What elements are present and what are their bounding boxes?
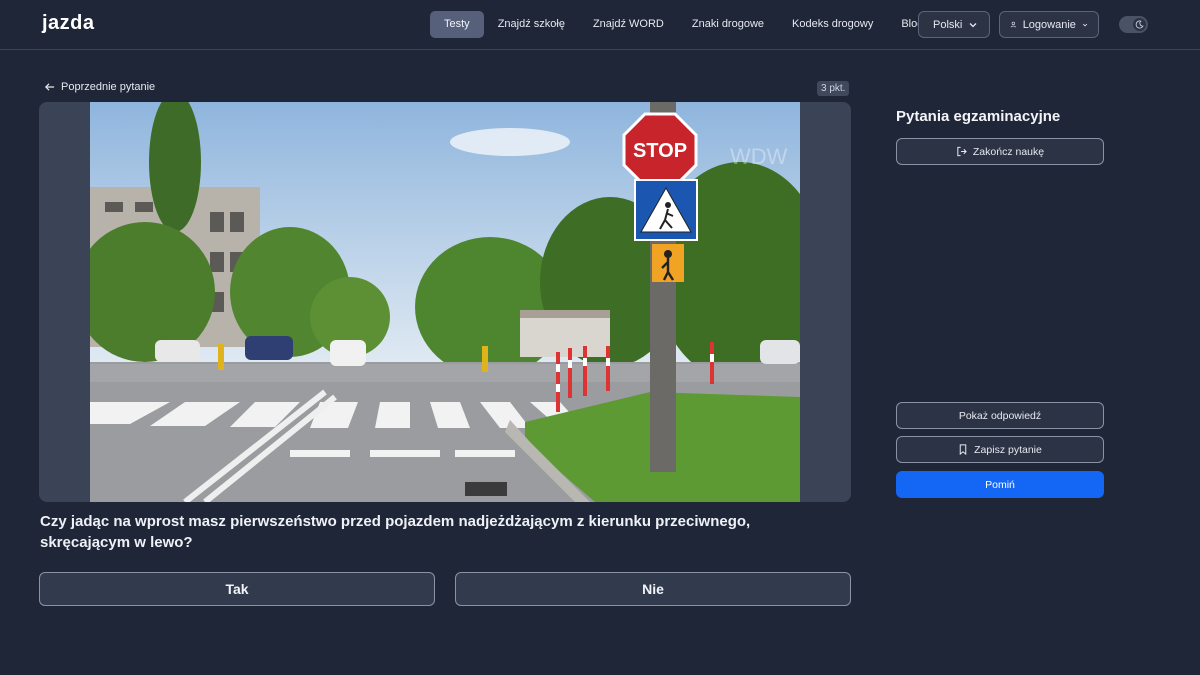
show-answer-button[interactable]: Pokaż odpowiedź xyxy=(896,402,1104,429)
language-label: Polski xyxy=(933,18,963,31)
answer-no-button[interactable]: Nie xyxy=(455,572,851,606)
main-nav: Testy Znajdź szkołę Znajdź WORD Znaki dr… xyxy=(430,11,937,38)
skip-label: Pomiń xyxy=(985,478,1015,491)
finish-learning-label: Zakończ naukę xyxy=(972,145,1045,158)
logout-icon xyxy=(957,146,967,157)
stop-sign-text: STOP xyxy=(633,140,687,162)
answer-yes-button[interactable]: Tak xyxy=(39,572,435,606)
points-badge: 3 pkt. xyxy=(817,81,850,96)
previous-question-link[interactable]: Poprzednie pytanie xyxy=(44,81,155,93)
language-select[interactable]: Polski xyxy=(918,11,990,38)
question-media: STOP WDW xyxy=(39,102,851,502)
save-question-label: Zapisz pytanie xyxy=(974,443,1042,456)
watermark-text: WDW xyxy=(730,144,788,169)
show-answer-label: Pokaż odpowiedź xyxy=(958,409,1042,422)
nav-item-testy[interactable]: Testy xyxy=(430,11,484,38)
chevron-down-icon xyxy=(969,22,977,27)
sidebar-title: Pytania egzaminacyjne xyxy=(896,108,1061,125)
nav-item-znaki-drogowe[interactable]: Znaki drogowe xyxy=(678,11,778,38)
nav-item-znajdz-szkole[interactable]: Znajdź szkołę xyxy=(484,11,579,38)
login-label: Logowanie xyxy=(1022,18,1076,31)
finish-learning-button[interactable]: Zakończ naukę xyxy=(896,138,1104,165)
chevron-down-icon xyxy=(1082,23,1088,26)
top-header: jazda Testy Znajdź szkołę Znajdź WORD Zn… xyxy=(0,0,1200,50)
nav-item-kodeks-drogowy[interactable]: Kodeks drogowy xyxy=(778,11,887,38)
nav-item-znajdz-word[interactable]: Znajdź WORD xyxy=(579,11,678,38)
moon-icon xyxy=(1133,18,1146,31)
previous-question-label: Poprzednie pytanie xyxy=(61,81,156,93)
user-icon xyxy=(1010,21,1016,28)
login-button[interactable]: Logowanie xyxy=(999,11,1099,38)
skip-button[interactable]: Pomiń xyxy=(896,471,1104,498)
logo[interactable]: jazda xyxy=(42,12,95,35)
logo-text: jazda xyxy=(42,12,95,34)
save-question-button[interactable]: Zapisz pytanie xyxy=(896,436,1104,463)
theme-toggle[interactable] xyxy=(1119,16,1148,33)
bookmark-icon xyxy=(959,444,967,455)
arrow-left-icon xyxy=(44,83,55,91)
question-text: Czy jadąc na wprost masz pierwszeństwo p… xyxy=(40,513,751,551)
exam-photo: STOP WDW xyxy=(90,102,800,502)
